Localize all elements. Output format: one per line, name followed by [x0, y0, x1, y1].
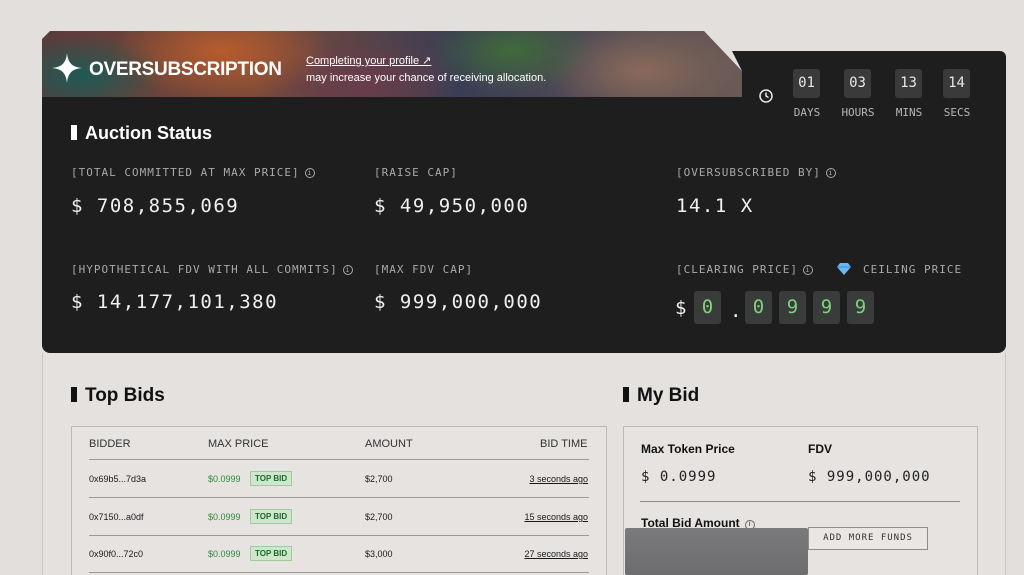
banner-note: may increase your chance of receiving al… — [306, 72, 547, 84]
oversubscribed-value: 14.1 X — [676, 195, 754, 217]
clock-icon — [759, 89, 773, 103]
max-fdv-cap-label: [MAX FDV CAP] — [374, 263, 474, 276]
countdown-hours-label: HOURS — [841, 106, 875, 119]
bid-time-link[interactable]: 15 seconds ago — [498, 512, 588, 522]
clearing-price-digit: 0 — [745, 291, 772, 324]
add-more-funds-button[interactable]: ADD MORE FUNDS — [808, 527, 928, 550]
total-committed-label: [TOTAL COMMITTED AT MAX PRICE] i — [71, 166, 315, 179]
top-bid-badge: TOP BID — [250, 509, 293, 524]
bid-price: $0.0999 — [208, 549, 241, 559]
countdown-days-label: DAYS — [793, 106, 821, 119]
countdown-secs-label: SECS — [943, 106, 971, 119]
my-bid-divider — [640, 501, 960, 502]
info-icon[interactable]: i — [304, 168, 315, 178]
countdown-secs: 14 — [943, 69, 970, 98]
max-token-price-label: Max Token Price — [641, 442, 735, 456]
sparkle-icon — [52, 53, 82, 83]
clearing-price-label: [CLEARING PRICE] i — [676, 263, 813, 276]
hypothetical-fdv-label: [HYPOTHETICAL FDV WITH ALL COMMITS] i — [71, 263, 353, 276]
countdown-mins-label: MINS — [895, 106, 923, 119]
info-icon[interactable]: i — [342, 265, 353, 275]
heading-bar — [71, 125, 77, 140]
bid-amount: $3,000 — [365, 549, 393, 559]
redacted-area — [625, 528, 808, 575]
row-divider — [89, 572, 589, 573]
bid-price: $0.0999 — [208, 474, 241, 484]
raise-cap-label: [RAISE CAP] — [374, 166, 458, 179]
ceiling-price-label: CEILING PRICE — [863, 263, 963, 276]
info-icon[interactable]: i — [802, 265, 813, 275]
clearing-price-digit: 9 — [847, 291, 874, 324]
diamond-icon — [837, 263, 851, 275]
top-bids-heading: Top Bids — [71, 385, 165, 407]
header-divider — [89, 459, 589, 460]
bid-amount: $2,700 — [365, 512, 393, 522]
max-token-price-value: $ 0.0999 — [641, 469, 717, 485]
bid-time-link[interactable]: 3 seconds ago — [498, 474, 588, 484]
row-divider — [89, 535, 589, 536]
clearing-price-digit: 9 — [779, 291, 806, 324]
raise-cap-value: $ 49,950,000 — [374, 195, 530, 217]
heading-bar — [623, 387, 629, 402]
countdown-days: 01 — [793, 69, 820, 98]
my-bid-heading: My Bid — [623, 385, 699, 407]
info-icon[interactable]: i — [825, 168, 836, 178]
heading-bar — [71, 387, 77, 402]
fdv-value: $ 999,000,000 — [808, 469, 931, 485]
clearing-price-currency: $ — [675, 297, 687, 319]
clearing-price-digit: 0 — [694, 291, 721, 324]
top-bid-badge: TOP BID — [250, 546, 293, 561]
bid-price: $0.0999 — [208, 512, 241, 522]
oversubscribed-label: [OVERSUBSCRIBED BY] i — [676, 166, 836, 179]
bid-time-link[interactable]: 27 seconds ago — [498, 549, 588, 559]
column-header-bid-time: BID TIME — [540, 438, 588, 450]
hypothetical-fdv-value: $ 14,177,101,380 — [71, 291, 279, 313]
bidder-address: 0x90f0...72c0 — [89, 549, 144, 559]
clearing-price-decimal-point: . — [730, 300, 742, 322]
column-header-bidder: BIDDER — [89, 438, 131, 450]
row-divider — [89, 497, 589, 498]
total-committed-value: $ 708,855,069 — [71, 195, 240, 217]
banner-title: OVERSUBSCRIPTION — [89, 59, 282, 80]
column-header-amount: AMOUNT — [365, 438, 413, 450]
bidder-address: 0x7150...a0df — [89, 512, 144, 522]
profile-link[interactable]: Completing your profile ↗ — [306, 54, 431, 67]
column-header-max-price: MAX PRICE — [208, 438, 269, 450]
top-bid-badge: TOP BID — [250, 471, 293, 486]
countdown-mins: 13 — [895, 69, 922, 98]
bid-amount: $2,700 — [365, 474, 393, 484]
max-fdv-cap-value: $ 999,000,000 — [374, 291, 543, 313]
countdown-hours: 03 — [844, 69, 871, 98]
bidder-address: 0x69b5...7d3a — [89, 474, 147, 484]
clearing-price-digit: 9 — [813, 291, 840, 324]
auction-status-heading: Auction Status — [71, 123, 212, 144]
fdv-label: FDV — [808, 442, 832, 456]
